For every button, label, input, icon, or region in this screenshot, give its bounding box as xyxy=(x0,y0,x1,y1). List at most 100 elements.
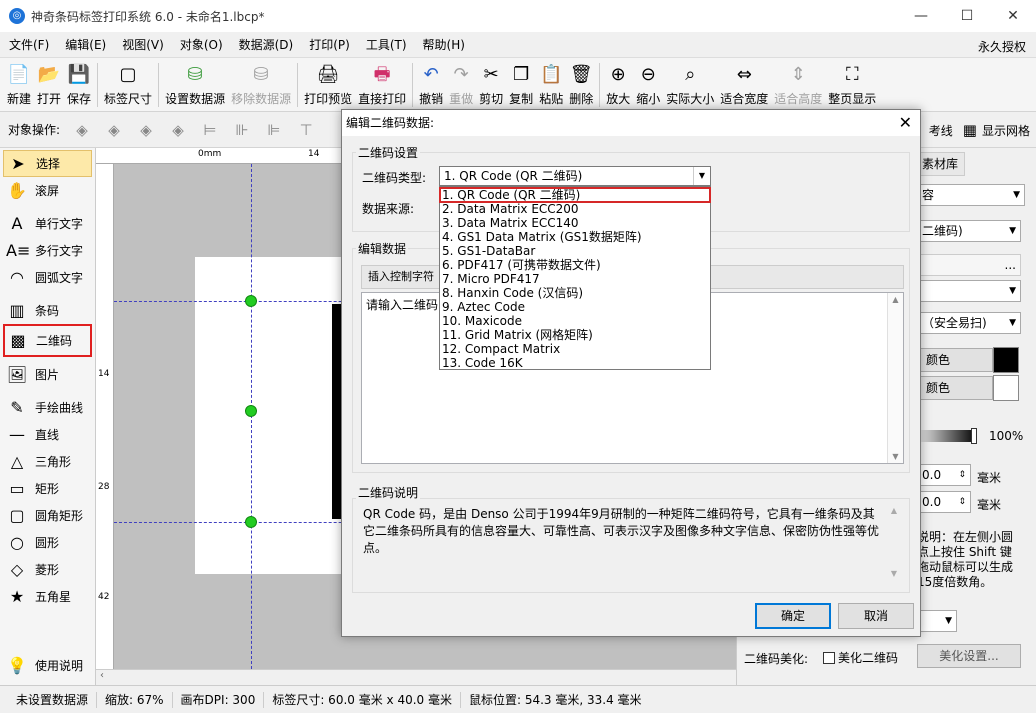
menu-file[interactable]: 文件(F) xyxy=(2,36,56,53)
redo-button[interactable]: ↷ 重做 xyxy=(446,58,476,112)
qr-type-option[interactable]: 8. Hanxin Code (汉信码) xyxy=(440,286,710,300)
beautify-checkbox[interactable]: 美化二维码 xyxy=(823,649,898,666)
encoding-select[interactable]: ▼ xyxy=(917,280,1021,302)
y-offset-input[interactable]: 0.0 ⇕ xyxy=(917,491,971,513)
new-button[interactable]: 📄 新建 xyxy=(4,58,34,112)
cancel-button[interactable]: 取消 xyxy=(838,603,914,629)
qr-type-option[interactable]: 5. GS1-DataBar xyxy=(440,244,710,258)
tab-material[interactable]: 素材库 xyxy=(915,152,966,176)
error-level-select[interactable]: （安全易扫) ▼ xyxy=(917,312,1021,334)
menu-datasource[interactable]: 数据源(D) xyxy=(232,36,301,53)
minimize-button[interactable]: — xyxy=(898,0,944,32)
qr-type-option[interactable]: 1. QR Code (QR 二维码) xyxy=(439,187,711,203)
menu-help[interactable]: 帮助(H) xyxy=(416,36,472,53)
tool-arc-text[interactable]: ◠ 圆弧文字 xyxy=(0,264,95,291)
dialog-close-icon[interactable]: ✕ xyxy=(899,110,912,136)
align-top-icon[interactable]: ⊤ xyxy=(295,121,317,139)
object-type-select[interactable]: 容 ▼ xyxy=(917,184,1025,206)
description-scrollbar[interactable]: ▲ ▼ xyxy=(886,506,902,578)
tool-barcode[interactable]: ▥ 条码 xyxy=(0,297,95,324)
send-back-icon[interactable]: ◈ xyxy=(103,121,125,139)
textarea-scrollbar[interactable]: ▲ ▼ xyxy=(887,293,903,463)
label-size-button[interactable]: ▢ 标签尺寸 xyxy=(101,58,155,112)
qr-type-option[interactable]: 11. Grid Matrix (网格矩阵) xyxy=(440,328,710,342)
fit-height-button[interactable]: ⇕ 适合高度 xyxy=(771,58,825,112)
align-left-icon[interactable]: ⊨ xyxy=(199,121,221,139)
qr-type-option[interactable]: 10. Maxicode xyxy=(440,314,710,328)
qr-type-option[interactable]: 4. GS1 Data Matrix (GS1数据矩阵) xyxy=(440,230,710,244)
status-label-size: 标签尺寸: 60.0 毫米 x 40.0 毫米 xyxy=(264,691,461,708)
bring-front-icon[interactable]: ◈ xyxy=(71,121,93,139)
qr-type-select[interactable]: 二维码) ▼ xyxy=(917,220,1021,242)
menu-print[interactable]: 打印(P) xyxy=(302,36,357,53)
undo-button[interactable]: ↶ 撤销 xyxy=(416,58,446,112)
qr-type-combobox[interactable]: 1. QR Code (QR 二维码) ▼ xyxy=(439,166,711,186)
tool-freehand[interactable]: ✎ 手绘曲线 xyxy=(0,394,95,421)
resize-handle-top[interactable] xyxy=(245,295,257,307)
tool-image[interactable]: 🖼 图片 xyxy=(0,361,95,388)
qr-type-option[interactable]: 3. Data Matrix ECC140 xyxy=(440,216,710,230)
zoom-out-button[interactable]: ⊖ 缩小 xyxy=(633,58,663,112)
direct-print-button[interactable]: 🖶 直接打印 xyxy=(355,58,409,112)
copy-button[interactable]: ❐ 复制 xyxy=(506,58,536,112)
tool-multi-text[interactable]: A≡ 多行文字 xyxy=(0,237,95,264)
opacity-thumb[interactable] xyxy=(971,428,977,444)
ref-line-toggle[interactable]: 考线 xyxy=(929,122,953,139)
tool-qrcode[interactable]: ▩ 二维码 xyxy=(3,324,92,357)
close-window-button[interactable]: ✕ xyxy=(990,0,1036,32)
actual-size-button[interactable]: ⌕ 实际大小 xyxy=(663,58,717,112)
qr-type-option[interactable]: 12. Compact Matrix xyxy=(440,342,710,356)
menu-view[interactable]: 视图(V) xyxy=(115,36,171,53)
tool-single-text[interactable]: A 单行文字 xyxy=(0,210,95,237)
qr-type-option[interactable]: 13. Code 16K xyxy=(440,356,710,370)
tool-select[interactable]: ➤ 选择 xyxy=(3,150,92,177)
qr-type-option[interactable]: 2. Data Matrix ECC200 xyxy=(440,202,710,216)
save-button[interactable]: 💾 保存 xyxy=(64,58,94,112)
beautify-settings-button[interactable]: 美化设置... xyxy=(917,644,1021,668)
ok-button[interactable]: 确定 xyxy=(755,603,831,629)
data-source-field[interactable]: ... xyxy=(917,254,1021,276)
opacity-slider[interactable] xyxy=(917,430,977,442)
tool-scroll[interactable]: ✋ 滚屏 xyxy=(0,177,95,204)
fit-width-button[interactable]: ⇔ 适合宽度 xyxy=(717,58,771,112)
tool-round-rect[interactable]: ▢ 圆角矩形 xyxy=(0,502,95,529)
paste-button[interactable]: 📋 粘贴 xyxy=(536,58,566,112)
open-button[interactable]: 📂 打开 xyxy=(34,58,64,112)
menu-object[interactable]: 对象(O) xyxy=(173,36,230,53)
printer-icon: 🖶 xyxy=(373,64,391,85)
horizontal-scrollbar[interactable]: ‹ xyxy=(96,669,736,685)
print-preview-button[interactable]: 🖨 打印预览 xyxy=(301,58,355,112)
qr-type-option[interactable]: 7. Micro PDF417 xyxy=(440,272,710,286)
qr-type-option[interactable]: 6. PDF417 (可携带数据文件) xyxy=(440,258,710,272)
angle-select[interactable]: ▼ xyxy=(917,610,957,632)
maximize-button[interactable]: ☐ xyxy=(944,0,990,32)
set-datasource-button[interactable]: ⛁ 设置数据源 xyxy=(162,58,228,112)
tool-circle[interactable]: ○ 圆形 xyxy=(0,529,95,556)
send-backward-icon[interactable]: ◈ xyxy=(167,121,189,139)
align-right-icon[interactable]: ⊫ xyxy=(263,121,285,139)
tool-triangle[interactable]: △ 三角形 xyxy=(0,448,95,475)
tool-star[interactable]: ★ 五角星 xyxy=(0,583,95,610)
menu-edit[interactable]: 编辑(E) xyxy=(58,36,113,53)
tool-rect[interactable]: ▭ 矩形 xyxy=(0,475,95,502)
background-color-swatch[interactable] xyxy=(993,375,1019,401)
foreground-color-button[interactable]: 颜色 xyxy=(917,348,993,372)
background-color-button[interactable]: 颜色 xyxy=(917,376,993,400)
tool-help[interactable]: 💡 使用说明 xyxy=(0,652,83,679)
menu-tools[interactable]: 工具(T) xyxy=(359,36,414,53)
tool-diamond[interactable]: ◇ 菱形 xyxy=(0,556,95,583)
bring-forward-icon[interactable]: ◈ xyxy=(135,121,157,139)
delete-button[interactable]: 🗑 删除 xyxy=(566,58,596,112)
foreground-color-swatch[interactable] xyxy=(993,347,1019,373)
resize-handle-middle[interactable] xyxy=(245,405,257,417)
resize-handle-bottom[interactable] xyxy=(245,516,257,528)
qr-type-option[interactable]: 9. Aztec Code xyxy=(440,300,710,314)
remove-datasource-button[interactable]: ⛁ 移除数据源 xyxy=(228,58,294,112)
full-page-button[interactable]: ⛶ 整页显示 xyxy=(825,58,879,112)
x-offset-input[interactable]: 0.0 ⇕ xyxy=(917,464,971,486)
cut-button[interactable]: ✂ 剪切 xyxy=(476,58,506,112)
tool-line[interactable]: — 直线 xyxy=(0,421,95,448)
align-center-icon[interactable]: ⊪ xyxy=(231,121,253,139)
zoom-in-button[interactable]: ⊕ 放大 xyxy=(603,58,633,112)
show-grid-toggle[interactable]: 显示网格 xyxy=(982,122,1030,139)
